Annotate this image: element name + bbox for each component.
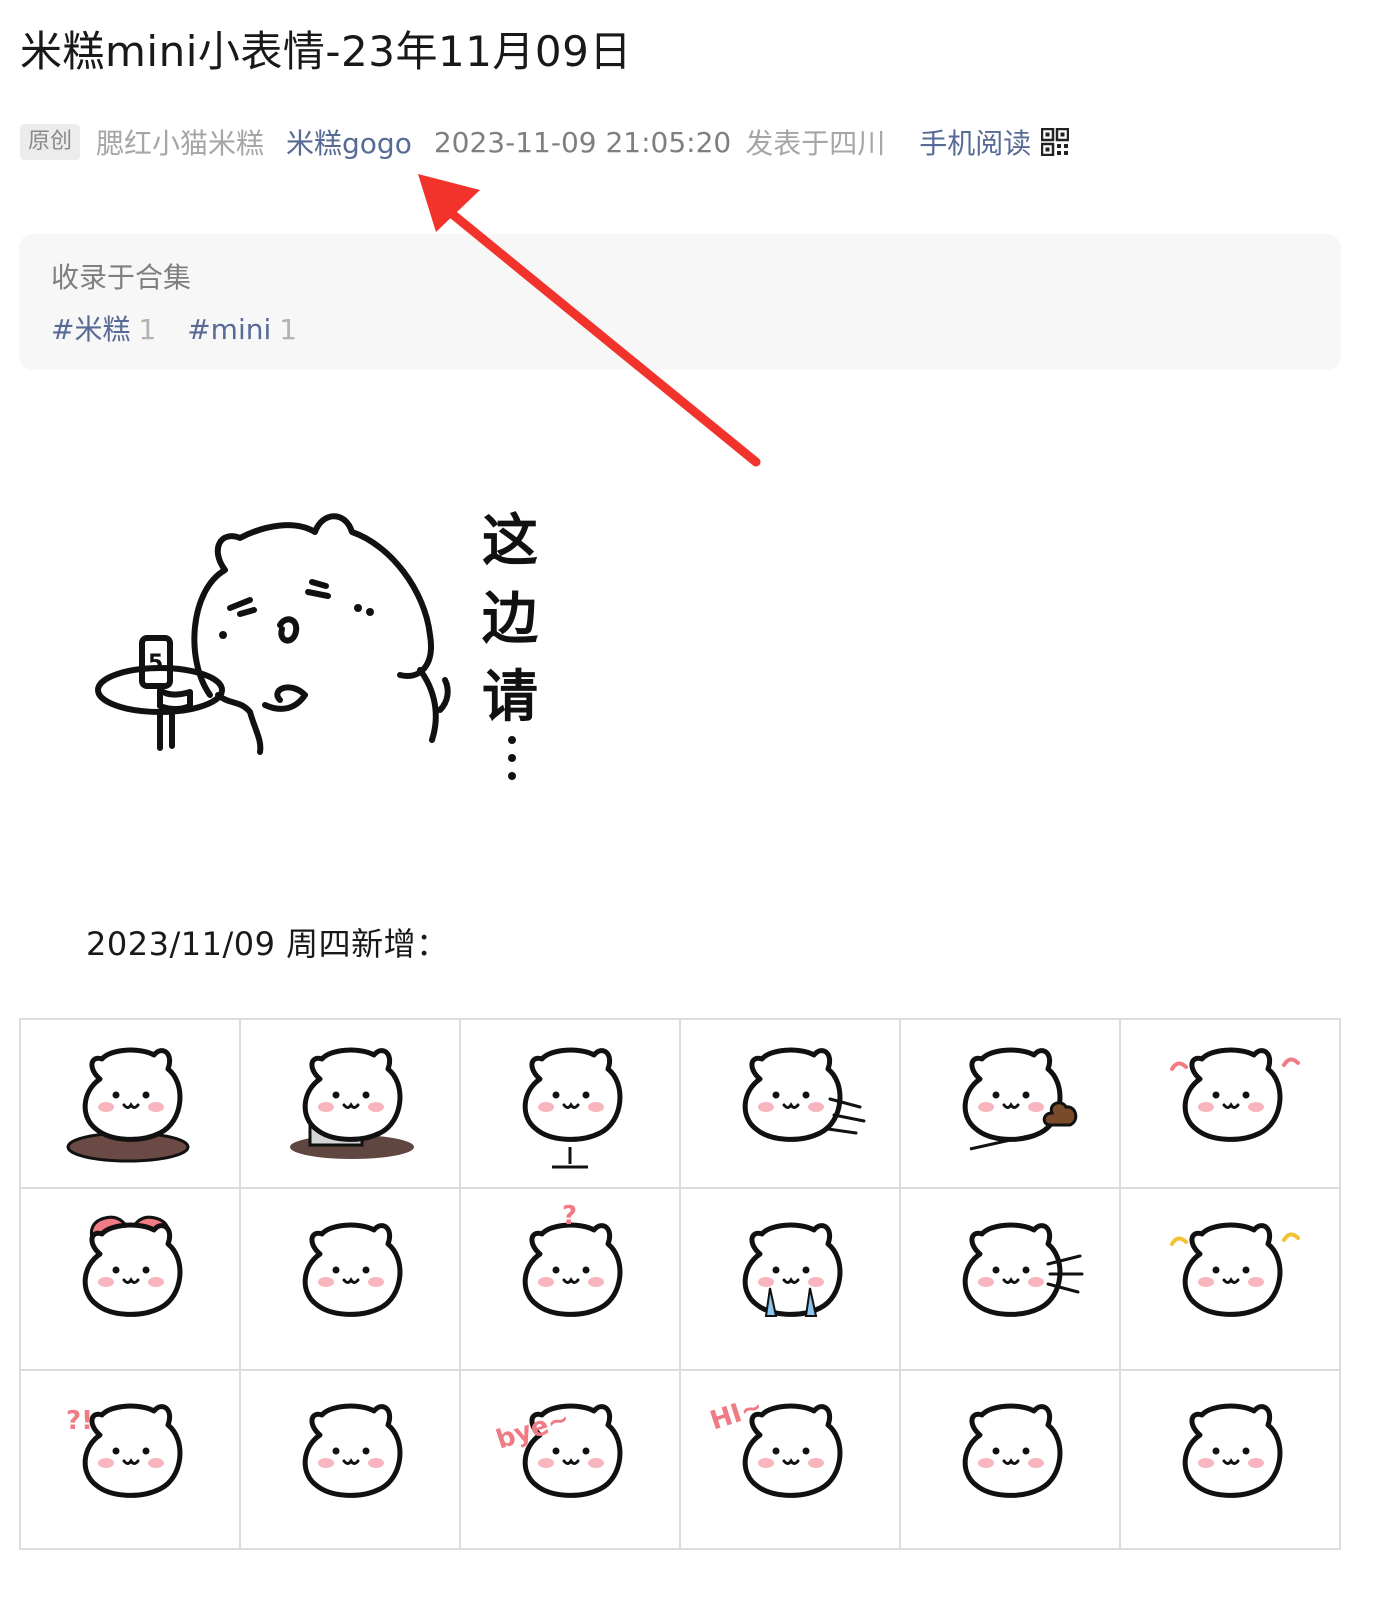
svg-text:?: ? — [562, 1204, 577, 1231]
sticker-cat-laptop — [290, 1047, 414, 1159]
sticker-cell[interactable] — [681, 1020, 901, 1189]
sticker-cat-crying — [742, 1222, 843, 1317]
sticker-cell[interactable]: HI~ — [681, 1371, 901, 1550]
sticker-cell[interactable]: bye~ — [461, 1371, 681, 1550]
collection-box: 收录于合集 #米糕 1 #mini 1 — [19, 234, 1341, 370]
sticker-cat-flying — [742, 1047, 866, 1142]
sticker-cat-chair-phone — [522, 1047, 623, 1168]
banner-char-3: 请 — [482, 665, 538, 730]
svg-text:?!: ?! — [66, 1406, 93, 1436]
sticker-cat-question: ? — [522, 1204, 623, 1317]
sticker-cell[interactable] — [241, 1189, 461, 1371]
sticker-cat-sparkle — [1170, 1222, 1300, 1317]
sticker-cell[interactable] — [1121, 1371, 1341, 1550]
svg-text:5: 5 — [148, 651, 163, 676]
sticker-cat-poop-shovel — [962, 1047, 1078, 1150]
sticker-cat-bye: bye~ — [493, 1403, 623, 1498]
article-meta: 原创 腮红小猫米糕 米糕gogo 2023-11-09 21:05:20 发表于… — [20, 120, 1070, 164]
sticker-cell[interactable]: ? — [461, 1189, 681, 1371]
collection-tags: #米糕 1 #mini 1 — [51, 310, 319, 350]
account-link[interactable]: 米糕gogo — [286, 122, 412, 162]
original-badge: 原创 — [20, 124, 81, 160]
sticker-cat-shocked — [962, 1403, 1063, 1498]
sticker-cat-heart — [82, 1215, 183, 1317]
sticker-cell[interactable] — [461, 1020, 681, 1189]
sticker-cat-sleepy — [302, 1403, 403, 1498]
sticker-cat-small-smile — [302, 1222, 403, 1317]
date-heading: 2023/11/09 周四新增： — [86, 925, 449, 963]
sticker-cell[interactable] — [1121, 1189, 1341, 1371]
banner-illustration: 5 这 边 请 — [95, 509, 539, 780]
collection-tag[interactable]: #mini 1 — [187, 313, 297, 346]
banner-char-2: 边 — [482, 587, 539, 652]
sticker-cell[interactable] — [1121, 1020, 1341, 1189]
collection-label: 收录于合集 — [51, 261, 192, 294]
sticker-cell[interactable] — [21, 1189, 241, 1371]
sticker-cell[interactable] — [241, 1020, 461, 1189]
sticker-cell[interactable] — [901, 1020, 1121, 1189]
collection-tag[interactable]: #米糕 1 — [51, 313, 156, 346]
sticker-cell[interactable] — [21, 1020, 241, 1189]
sticker-cell[interactable] — [901, 1189, 1121, 1371]
sticker-cat-bowing — [66, 1047, 190, 1162]
sticker-cat-walking — [1182, 1403, 1283, 1498]
sticker-cat-whiskers — [962, 1222, 1084, 1317]
sticker-cell[interactable] — [241, 1371, 461, 1550]
sticker-grid: ??! bye~ HI~ — [19, 1018, 1341, 1550]
sticker-cell[interactable] — [901, 1371, 1121, 1550]
sticker-cat-kiss-question: ?! — [66, 1403, 183, 1498]
publish-datetime: 2023-11-09 21:05:20 — [433, 125, 732, 159]
publish-location: 发表于四川 — [745, 127, 886, 160]
article-title: 米糕mini小表情-23年11月09日 — [20, 27, 632, 76]
banner-char-1: 这 — [482, 509, 538, 574]
sticker-cell[interactable]: ?! — [21, 1371, 241, 1550]
author-name: 腮红小猫米糕 — [96, 127, 265, 160]
sticker-cat-happy-clap — [1170, 1047, 1300, 1142]
qr-code-icon[interactable] — [1041, 128, 1070, 156]
mobile-read-link[interactable]: 手机阅读 — [919, 122, 1031, 162]
sticker-cell[interactable] — [681, 1189, 901, 1371]
sticker-cat-hi: HI~ — [710, 1391, 843, 1498]
